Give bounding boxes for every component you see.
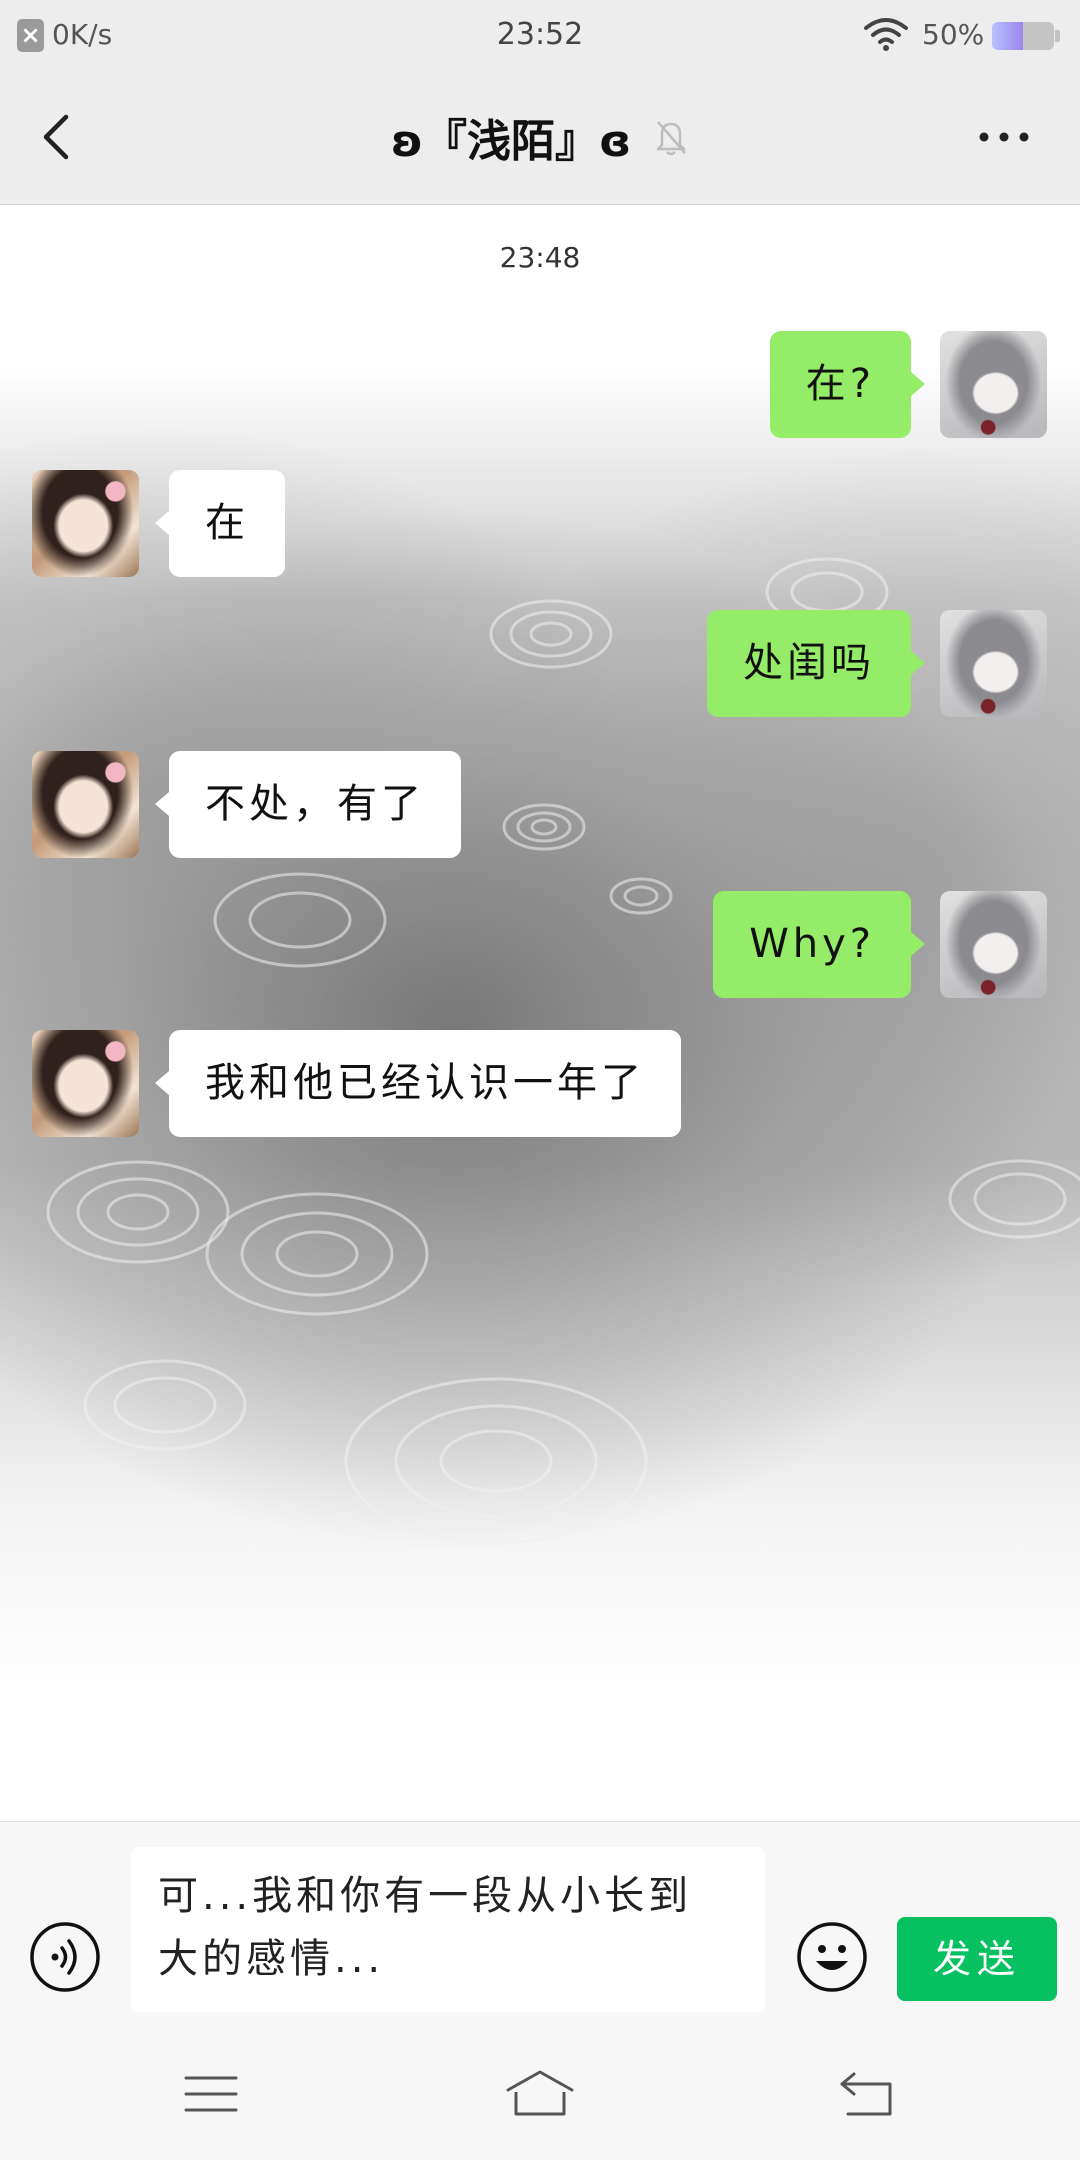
message-input[interactable]: 可...我和你有一段从小长到大的感情... [131, 1847, 765, 2012]
chat-message-list[interactable]: 23:48 在? 在 处闺吗 不处，有了 Why? 我和他已经认识一年了 [0, 205, 1080, 1821]
input-bar: 可...我和你有一段从小长到大的感情... 发送 [0, 1821, 1080, 2033]
friend-avatar[interactable] [32, 1030, 139, 1137]
system-nav-bar [0, 2032, 1080, 2160]
chat-title-area: ʚ『浅陌』ɞ [140, 69, 940, 204]
status-bar: × 0K/s 23:52 50% [0, 0, 1080, 69]
message-row-sent: Why? [0, 891, 1080, 998]
battery-level [992, 22, 1023, 50]
home-icon[interactable] [500, 2066, 580, 2122]
friend-avatar[interactable] [32, 751, 139, 858]
message-timestamp: 23:48 [499, 241, 581, 274]
chat-title: ʚ『浅陌』ɞ [390, 115, 632, 167]
message-bubble-received[interactable]: 我和他已经认识一年了 [155, 1030, 681, 1137]
battery-percent: 50% [922, 18, 985, 51]
more-icon[interactable] [972, 117, 1036, 157]
message-row-sent: 在? [0, 331, 1080, 438]
ripple [46, 1160, 230, 1264]
status-time: 23:52 [496, 17, 584, 52]
network-speed: 0K/s [52, 18, 113, 51]
voice-icon[interactable] [29, 1921, 101, 1993]
mute-bell-icon [656, 120, 687, 155]
my-avatar[interactable] [940, 331, 1047, 438]
battery-tip [1055, 30, 1060, 42]
ripple [205, 1192, 429, 1316]
send-button[interactable]: 发送 [897, 1917, 1057, 2001]
battery-icon [992, 22, 1054, 50]
ripple [344, 1377, 648, 1545]
emoji-icon[interactable] [796, 1921, 868, 1993]
friend-avatar[interactable] [32, 470, 139, 577]
message-bubble-sent[interactable]: 在? [769, 331, 926, 438]
ripple [83, 1359, 247, 1451]
message-bubble-received[interactable]: 不处，有了 [155, 751, 461, 858]
message-row-received: 不处，有了 [0, 751, 1080, 858]
my-avatar[interactable] [940, 610, 1047, 717]
chat-header: ʚ『浅陌』ɞ [0, 69, 1080, 205]
back-arrow-icon[interactable] [30, 109, 86, 165]
back-icon[interactable] [828, 2066, 908, 2122]
message-bubble-received[interactable]: 在 [155, 470, 285, 577]
message-row-received: 我和他已经认识一年了 [0, 1030, 1080, 1137]
menu-icon[interactable] [171, 2066, 251, 2122]
wifi-icon [864, 18, 908, 51]
close-box-icon: × [17, 19, 44, 52]
message-row-sent: 处闺吗 [0, 610, 1080, 717]
message-bubble-sent[interactable]: 处闺吗 [707, 610, 925, 717]
ripple [948, 1159, 1080, 1239]
message-row-received: 在 [0, 470, 1080, 577]
my-avatar[interactable] [940, 891, 1047, 998]
message-bubble-sent[interactable]: Why? [713, 891, 925, 998]
